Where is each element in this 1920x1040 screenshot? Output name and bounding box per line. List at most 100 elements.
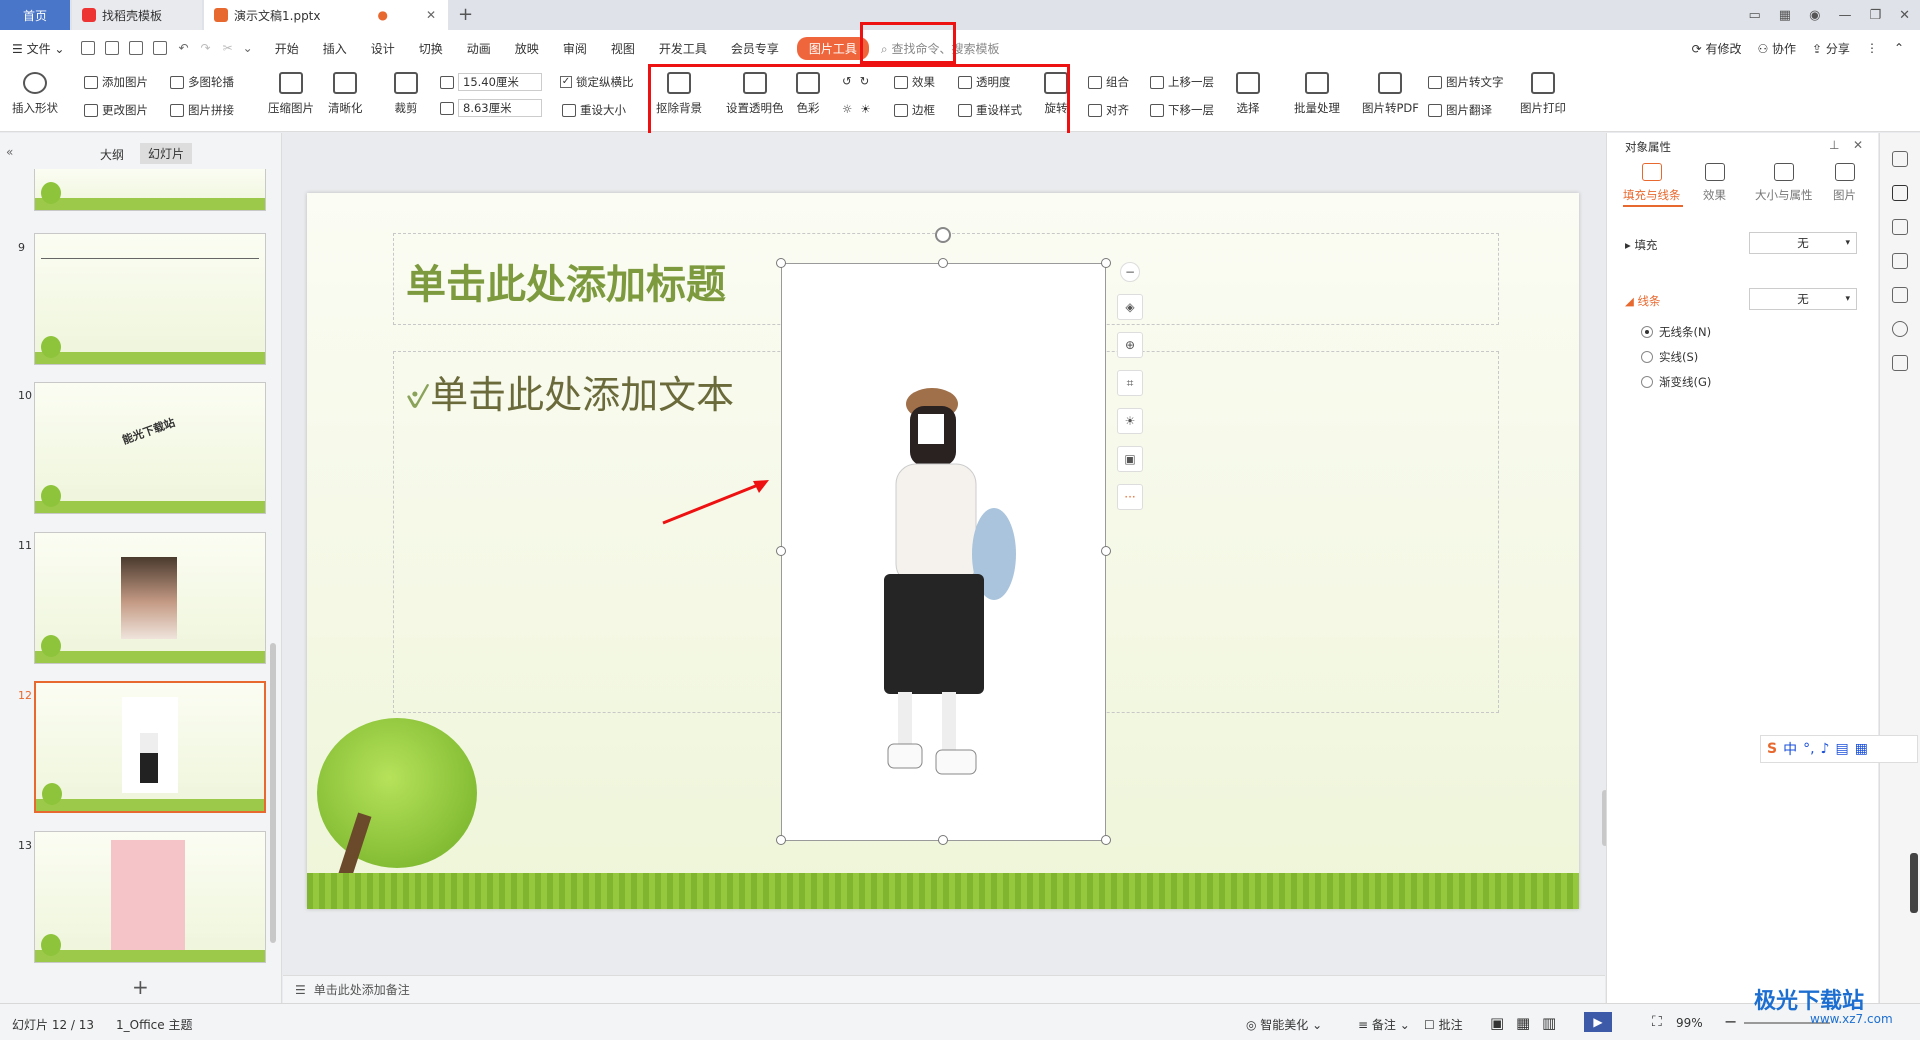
star-icon[interactable] — [1892, 219, 1908, 235]
notes-bar[interactable]: ☰ 单击此处添加备注 — [283, 975, 1605, 1003]
tab-picture[interactable]: 图片 — [1833, 163, 1856, 203]
compress-button[interactable]: 压缩图片 — [268, 72, 314, 116]
close-window-icon[interactable]: ✕ — [1899, 8, 1910, 23]
height-field[interactable]: 8.63厘米 — [440, 99, 542, 117]
collab-button[interactable]: ⚇ 协作 — [1757, 40, 1796, 57]
batch-button[interactable]: 批量处理 — [1294, 72, 1340, 116]
zoom-out-icon[interactable]: − — [1724, 1012, 1737, 1031]
menu-animation[interactable]: 动画 — [455, 40, 503, 57]
save-icon[interactable] — [81, 41, 96, 55]
backup-icon[interactable] — [1892, 287, 1908, 303]
select-button[interactable]: 选择 — [1236, 72, 1260, 116]
menu-review[interactable]: 审阅 — [551, 40, 599, 57]
book-icon[interactable] — [1892, 355, 1908, 371]
avatar[interactable]: ◉ — [1809, 8, 1820, 23]
play-slideshow-icon[interactable]: ▶ — [1584, 1012, 1612, 1032]
slide-thumbnail-13[interactable] — [34, 831, 266, 963]
menu-slideshow[interactable]: 放映 — [503, 40, 551, 57]
punct-icon[interactable]: °, — [1803, 741, 1814, 757]
tab-template[interactable]: 找稻壳模板 — [72, 0, 202, 30]
smart-beautify-button[interactable]: ◎ 智能美化 ⌄ — [1246, 1016, 1322, 1033]
collapse-panel-icon[interactable]: « — [6, 145, 13, 159]
thumbnail-scrollbar[interactable] — [270, 643, 276, 943]
properties-icon[interactable] — [1892, 151, 1908, 167]
fill-section-header[interactable]: ▸ 填充 — [1625, 237, 1657, 253]
restore-icon[interactable]: ❐ — [1869, 8, 1881, 23]
resize-handle-sw[interactable] — [776, 835, 786, 845]
comments-button[interactable]: ☐ 批注 — [1424, 1016, 1463, 1033]
layers-icon[interactable]: ◈ — [1117, 294, 1143, 320]
zoom-in-icon[interactable]: ⊕ — [1117, 332, 1143, 358]
tab-size-props[interactable]: 大小与属性 — [1755, 163, 1813, 203]
tab-picture-tools[interactable]: 图片工具 — [796, 36, 869, 60]
menu-insert[interactable]: 插入 — [311, 40, 359, 57]
translate-button[interactable]: 图片翻译 — [1428, 102, 1492, 118]
print-icon[interactable] — [129, 41, 144, 55]
image-print-button[interactable]: 图片打印 — [1520, 72, 1566, 116]
rotate-handle-icon[interactable] — [935, 227, 951, 243]
group-button[interactable]: 组合 — [1088, 74, 1129, 90]
fill-dropdown[interactable]: 无 ▾ — [1749, 232, 1857, 254]
insert-shape-button[interactable]: 插入形状 — [12, 72, 58, 116]
reading-view-icon[interactable]: ▥ — [1542, 1014, 1556, 1032]
sorter-view-icon[interactable]: ▦ — [1516, 1014, 1530, 1032]
minimize-toolbar-icon[interactable]: − — [1120, 262, 1140, 282]
slide-thumbnail-12[interactable] — [34, 681, 266, 813]
location-icon[interactable] — [1892, 321, 1908, 337]
minimize-icon[interactable]: — — [1838, 8, 1851, 23]
redo-icon[interactable]: ↷ — [201, 41, 211, 55]
crop-button[interactable]: 裁剪 — [394, 72, 418, 116]
crop-quick-icon[interactable]: ⌗ — [1117, 370, 1143, 396]
menu-transition[interactable]: 切换 — [407, 40, 455, 57]
slide-thumbnail-11[interactable] — [34, 532, 266, 664]
more-icon[interactable]: ⋮ — [1866, 41, 1878, 55]
bulb-icon[interactable]: ☀ — [1117, 408, 1143, 434]
resize-handle-s[interactable] — [938, 835, 948, 845]
tab-outline[interactable]: 大纲 — [100, 146, 124, 163]
close-tab-icon[interactable]: ✕ — [426, 8, 436, 22]
menu-view[interactable]: 视图 — [599, 40, 647, 57]
send-backward-button[interactable]: 下移一层 — [1150, 102, 1214, 118]
settings-sliders-icon[interactable] — [1892, 185, 1908, 201]
normal-view-icon[interactable]: ▣ — [1490, 1014, 1504, 1032]
undo-icon[interactable]: ↶ — [178, 41, 188, 55]
slide-thumbnail-9[interactable] — [34, 233, 266, 365]
resize-handle-w[interactable] — [776, 546, 786, 556]
resize-handle-n[interactable] — [938, 258, 948, 268]
tab-fill-line[interactable]: 填充与线条 — [1623, 163, 1681, 203]
line-section-header[interactable]: ◢ 线条 — [1625, 293, 1661, 309]
comments-icon[interactable] — [1892, 253, 1908, 269]
sharpen-button[interactable]: 清晰化 — [328, 72, 363, 116]
close-panel-icon[interactable]: ✕ — [1853, 138, 1863, 152]
share-button[interactable]: ⇪ 分享 — [1812, 40, 1850, 57]
tab-slides[interactable]: 幻灯片 — [140, 143, 193, 164]
export-icon[interactable] — [105, 41, 120, 55]
resize-handle-nw[interactable] — [776, 258, 786, 268]
ime-grid-icon[interactable]: ▦ — [1855, 741, 1868, 757]
collapse-ribbon-icon[interactable]: ⌃ — [1894, 41, 1904, 55]
side-handle[interactable] — [1910, 853, 1918, 913]
keyboard-icon[interactable]: ▤ — [1835, 741, 1848, 757]
modified-button[interactable]: ⟳ 有修改 — [1692, 40, 1742, 57]
radio-gradient-line[interactable]: 渐变线(G) — [1641, 374, 1711, 390]
layout-icon[interactable]: ▭ — [1749, 8, 1761, 23]
more-options-icon[interactable]: ··· — [1117, 484, 1143, 510]
add-slide-button[interactable]: + — [132, 975, 149, 999]
tab-home[interactable]: 首页 — [0, 0, 70, 30]
tab-document[interactable]: 演示文稿1.pptx ● ✕ — [204, 0, 448, 30]
radio-no-line[interactable]: 无线条(N) — [1641, 324, 1711, 340]
resize-handle-e[interactable] — [1101, 546, 1111, 556]
zoom-level[interactable]: 99% — [1676, 1016, 1703, 1030]
align-button[interactable]: 对齐 — [1088, 102, 1129, 118]
change-image-button[interactable]: 更改图片 — [84, 102, 148, 118]
resize-handle-ne[interactable] — [1101, 258, 1111, 268]
to-text-button[interactable]: 图片转文字 — [1428, 74, 1504, 90]
quick-more-icon[interactable]: ⌄ — [243, 41, 253, 55]
multi-carousel-button[interactable]: 多图轮播 — [170, 74, 234, 90]
new-tab-icon[interactable]: + — [458, 4, 473, 25]
lock-ratio-checkbox[interactable]: ✓ 锁定纵横比 — [560, 74, 634, 90]
line-dropdown[interactable]: 无 ▾ — [1749, 288, 1857, 310]
format-painter-icon[interactable]: ✂ — [223, 41, 233, 55]
menu-member[interactable]: 会员专享 — [719, 40, 791, 57]
selected-girl-image[interactable] — [781, 263, 1106, 841]
